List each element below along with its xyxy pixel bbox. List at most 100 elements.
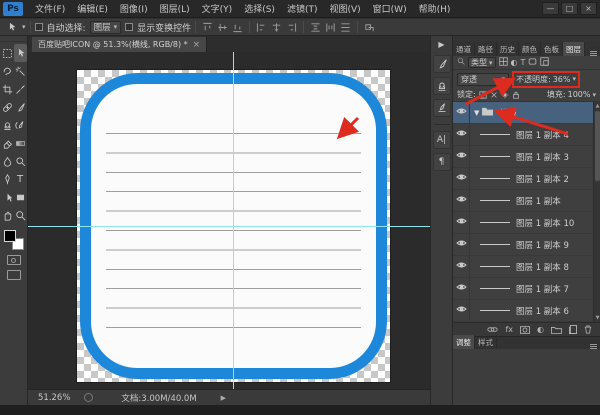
layer-name[interactable]: 图层 1 副本 2 bbox=[516, 173, 569, 185]
menu-help[interactable]: 帮助(H) bbox=[413, 2, 457, 15]
layer-row[interactable]: 图层 1 副本 6 bbox=[453, 300, 600, 322]
layer-row[interactable]: 图层 1 副本 8 bbox=[453, 256, 600, 278]
layer-name[interactable]: 图层 1 副本 7 bbox=[516, 283, 569, 295]
menu-view[interactable]: 视图(V) bbox=[323, 2, 366, 15]
tab-history[interactable]: 历史 bbox=[497, 42, 519, 56]
eraser-tool[interactable] bbox=[1, 134, 14, 152]
history-brush-tool[interactable] bbox=[14, 116, 27, 134]
blend-mode-dropdown[interactable]: 穿透 ▾ bbox=[457, 72, 509, 86]
canvas-viewport[interactable] bbox=[28, 52, 430, 389]
layer-name[interactable]: 图层 1 副本 10 bbox=[516, 217, 574, 229]
menu-select[interactable]: 选择(S) bbox=[238, 2, 281, 15]
distribute-top-edges-button[interactable] bbox=[308, 21, 323, 34]
visibility-toggle[interactable] bbox=[453, 102, 470, 123]
link-layers-icon[interactable] bbox=[487, 326, 499, 333]
distribute-vertical-centers-button[interactable] bbox=[323, 21, 338, 34]
layer-row[interactable]: 图层 1 副本 bbox=[453, 190, 600, 212]
menu-layer[interactable]: 图层(L) bbox=[154, 2, 196, 15]
tab-layers[interactable]: 图层 bbox=[563, 42, 585, 56]
add-layer-mask-icon[interactable] bbox=[520, 325, 531, 334]
layer-thumbnail[interactable] bbox=[480, 128, 510, 142]
layer-thumbnail[interactable] bbox=[480, 238, 510, 252]
auto-align-layers-button[interactable] bbox=[362, 21, 377, 34]
lasso-tool[interactable] bbox=[1, 62, 14, 80]
character-panel-button[interactable]: A| bbox=[432, 131, 451, 149]
menu-type[interactable]: 文字(Y) bbox=[196, 2, 239, 15]
layer-row[interactable]: 图层 1 副本 9 bbox=[453, 234, 600, 256]
tab-swatches[interactable]: 色板 bbox=[541, 42, 563, 56]
align-horizontal-centers-button[interactable] bbox=[269, 21, 284, 34]
layer-thumbnail[interactable] bbox=[480, 150, 510, 164]
visibility-toggle[interactable] bbox=[453, 212, 470, 233]
foreground-color-swatch[interactable] bbox=[3, 230, 16, 242]
visibility-toggle[interactable] bbox=[453, 278, 470, 299]
tab-close-icon[interactable]: × bbox=[193, 40, 201, 50]
move-tool[interactable] bbox=[13, 44, 27, 62]
vertical-guide[interactable] bbox=[233, 52, 234, 389]
blur-tool[interactable] bbox=[1, 152, 14, 170]
zoom-tool[interactable] bbox=[14, 206, 27, 224]
layer-name[interactable]: 图层 1 副本 3 bbox=[516, 151, 569, 163]
chevron-down-icon[interactable]: ▾ bbox=[572, 75, 576, 83]
layer-row[interactable]: 图层 1 副本 2 bbox=[453, 168, 600, 190]
group-expand-triangle[interactable]: ▼ bbox=[474, 109, 479, 117]
lock-all-icon[interactable] bbox=[512, 91, 520, 99]
maximize-button[interactable]: □ bbox=[561, 2, 578, 15]
layer-thumbnail[interactable] bbox=[480, 260, 510, 274]
hand-tool[interactable] bbox=[1, 206, 14, 224]
filter-adjustment-layers-icon[interactable]: ◐ bbox=[511, 58, 518, 68]
lock-position-icon[interactable] bbox=[501, 91, 509, 99]
tab-color[interactable]: 颜色 bbox=[519, 42, 541, 56]
filter-kind-dropdown[interactable]: 类型 ▾ bbox=[468, 57, 496, 68]
visibility-toggle[interactable] bbox=[453, 300, 470, 321]
crop-tool[interactable] bbox=[1, 80, 14, 98]
brush-panel-button[interactable] bbox=[432, 55, 451, 73]
layer-row[interactable]: 图层 1 副本 10 bbox=[453, 212, 600, 234]
align-vertical-centers-button[interactable] bbox=[215, 21, 230, 34]
visibility-toggle[interactable] bbox=[453, 146, 470, 167]
type-tool[interactable]: T bbox=[14, 170, 27, 188]
filter-pixel-layers-icon[interactable] bbox=[498, 56, 508, 69]
brush-presets-panel-button[interactable] bbox=[432, 99, 451, 117]
visibility-toggle[interactable] bbox=[453, 256, 470, 277]
layer-row-group[interactable]: ▼ 横线 bbox=[453, 102, 600, 124]
rectangular-marquee-tool[interactable] bbox=[1, 44, 14, 62]
align-left-edges-button[interactable] bbox=[254, 21, 269, 34]
healing-brush-tool[interactable] bbox=[1, 98, 14, 116]
opacity-value[interactable]: 36% bbox=[553, 75, 571, 84]
scroll-up-icon[interactable]: ▲ bbox=[594, 102, 600, 110]
gradient-tool[interactable] bbox=[14, 134, 27, 152]
panel-menu-icon[interactable] bbox=[590, 341, 600, 349]
opacity-control-highlighted[interactable]: 不透明度: 36% ▾ bbox=[512, 70, 580, 88]
layer-style-fx-button[interactable]: fx bbox=[505, 325, 513, 334]
status-menu-arrow-icon[interactable]: ▶ bbox=[221, 394, 226, 402]
filter-type-layers-icon[interactable]: T bbox=[521, 58, 526, 68]
tab-paths[interactable]: 路径 bbox=[475, 42, 497, 56]
layers-scrollbar[interactable]: ▲ ▼ bbox=[593, 102, 600, 322]
visibility-toggle[interactable] bbox=[453, 190, 470, 211]
minimize-button[interactable]: — bbox=[542, 2, 559, 15]
layer-row[interactable]: 图层 1 副本 3 bbox=[453, 146, 600, 168]
menu-image[interactable]: 图像(I) bbox=[114, 2, 154, 15]
document-tab[interactable]: 百度贴吧ICON @ 51.3%(横线, RGB/8) * × bbox=[32, 37, 208, 52]
layer-name[interactable]: 图层 1 副本 9 bbox=[516, 239, 569, 251]
tab-styles[interactable]: 样式 bbox=[475, 335, 497, 349]
layer-name[interactable]: 图层 1 副本 8 bbox=[516, 261, 569, 273]
menu-filter[interactable]: 滤镜(T) bbox=[281, 2, 324, 15]
screen-mode-button[interactable] bbox=[6, 270, 21, 280]
brush-tool[interactable] bbox=[14, 98, 27, 116]
layer-name[interactable]: 图层 1 副本 6 bbox=[516, 305, 569, 317]
align-right-edges-button[interactable] bbox=[284, 21, 299, 34]
path-selection-tool[interactable] bbox=[1, 188, 14, 206]
layer-name[interactable]: 图层 1 副本 4 bbox=[516, 129, 569, 141]
layer-thumbnail[interactable] bbox=[480, 304, 510, 318]
tab-channels[interactable]: 通道 bbox=[453, 42, 475, 56]
visibility-toggle[interactable] bbox=[453, 124, 470, 145]
clone-source-panel-button[interactable] bbox=[432, 77, 451, 95]
layer-thumbnail[interactable] bbox=[480, 282, 510, 296]
fill-control[interactable]: 填充: 100% ▾ bbox=[547, 89, 596, 100]
zoom-level-field[interactable]: 51.26% bbox=[38, 393, 70, 403]
new-adjustment-layer-icon[interactable]: ◐ bbox=[537, 325, 544, 334]
magic-wand-tool[interactable] bbox=[14, 62, 27, 80]
eyedropper-tool[interactable] bbox=[14, 80, 27, 98]
